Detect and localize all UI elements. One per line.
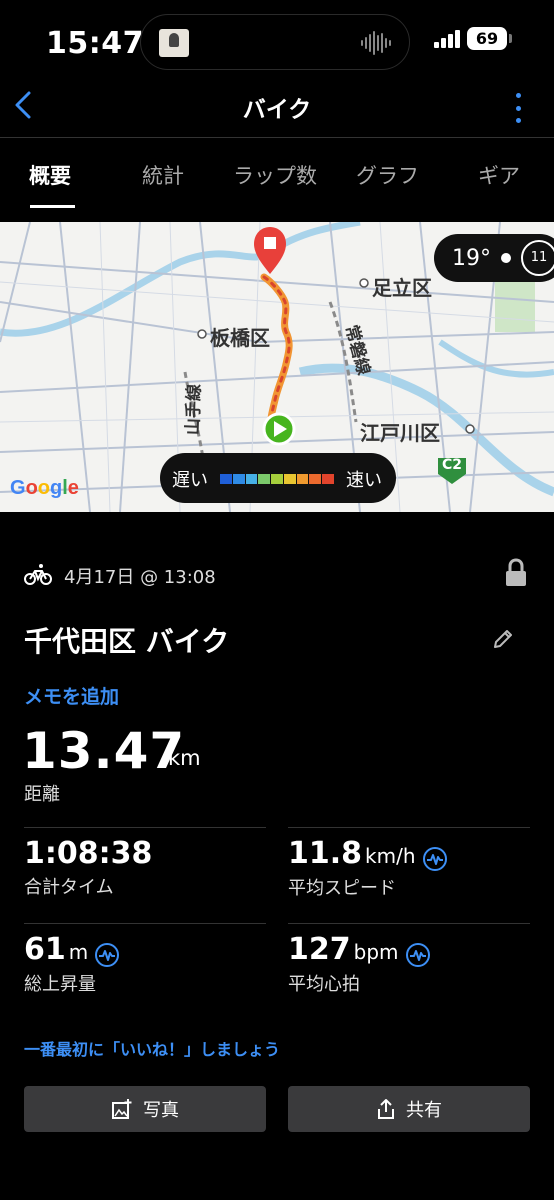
battery-icon: 69: [467, 27, 512, 50]
stats-divider: [288, 923, 530, 924]
speed-color-segment: [220, 474, 232, 484]
status-time: 15:47: [46, 26, 144, 61]
stat-elevation-unit: m: [68, 940, 89, 964]
add-photo-icon: [112, 1099, 132, 1119]
header-divider: [0, 137, 554, 138]
add-photo-label: 写真: [143, 1100, 179, 1121]
stat-avg-heart-rate: 127 bpm 平均心拍: [288, 932, 528, 996]
weather-badge[interactable]: 19° 11: [434, 234, 554, 282]
speed-legend: 遅い 速い: [160, 453, 396, 503]
dynamic-island[interactable]: [140, 14, 410, 70]
stat-elevation-label: 総上昇量: [24, 973, 96, 995]
activity-title: 千代田区 バイク: [24, 625, 230, 658]
nav-header: バイク: [0, 88, 554, 136]
stat-speed-label: 平均スピード: [288, 877, 396, 899]
lock-icon[interactable]: [504, 558, 528, 588]
stat-speed-unit: km/h: [365, 844, 416, 868]
tab-laps[interactable]: ラップ数: [233, 160, 317, 190]
activity-meta: 4月17日 @ 13:08: [24, 558, 530, 590]
map-label-itabashi: 板橋区: [210, 326, 270, 350]
audio-waveform-icon: [361, 31, 391, 55]
share-button[interactable]: 共有: [288, 1086, 530, 1132]
speed-color-scale: [220, 474, 335, 484]
stat-avg-speed: 11.8 km/h 平均スピード: [288, 836, 528, 900]
speed-color-segment: [322, 474, 335, 484]
stat-elevation-value: 61: [24, 932, 66, 967]
stat-time-value: 1:08:38: [24, 836, 153, 871]
map-label-yamanote-line: 山手線: [183, 383, 205, 436]
stat-heart-rate-label: 平均心拍: [288, 973, 360, 995]
stats-divider: [24, 827, 266, 828]
map-label-expressway: C2: [442, 457, 463, 473]
cellular-signal-icon: [434, 30, 462, 48]
add-memo-link[interactable]: メモを追加: [24, 682, 119, 709]
bicycle-icon: [24, 564, 52, 585]
page-title: バイク: [242, 97, 312, 123]
tab-graph[interactable]: グラフ: [356, 160, 419, 190]
active-tab-indicator: [30, 205, 75, 208]
waveform-icon[interactable]: [94, 942, 120, 968]
first-like-link[interactable]: 一番最初に「いいね！」しましょう: [24, 1036, 280, 1060]
pencil-edit-icon[interactable]: [492, 628, 514, 650]
stat-elevation-gain: 61 m 総上昇量: [24, 932, 264, 996]
waveform-icon[interactable]: [405, 942, 431, 968]
status-bar: 15:47 69: [0, 0, 554, 88]
share-label: 共有: [406, 1100, 442, 1121]
speed-color-segment: [245, 474, 258, 484]
speed-legend-fast: 速い: [346, 470, 382, 491]
stat-total-time: 1:08:38 合計タイム: [24, 836, 264, 899]
map-label-edogawa: 江戸川区: [360, 421, 440, 445]
weather-temperature: 19°: [452, 245, 491, 271]
activity-date: 4月17日 @ 13:08: [64, 567, 216, 588]
route-map[interactable]: 板橋区 足立区 江戸川区 常磐線 山手線 C2 Google 19° 11 遅い…: [0, 222, 554, 512]
speed-color-segment: [271, 474, 283, 484]
distance-value: 13.47: [22, 722, 186, 780]
more-options-button[interactable]: [512, 93, 524, 123]
stat-heart-rate-unit: bpm: [353, 940, 399, 964]
stats-divider: [24, 923, 266, 924]
stat-speed-value: 11.8: [288, 836, 363, 871]
weather-indicator-dot: [501, 253, 511, 263]
stat-heart-rate-value: 127: [288, 932, 351, 967]
speed-legend-slow: 遅い: [172, 470, 208, 491]
now-playing-artwork-icon: [159, 29, 189, 57]
speed-color-segment: [258, 474, 271, 484]
speed-color-segment: [232, 474, 245, 484]
share-icon: [378, 1099, 394, 1119]
stats-divider: [288, 827, 530, 828]
weather-icon: 11: [521, 240, 554, 276]
distance-unit: km: [168, 746, 201, 770]
distance-label: 距離: [24, 784, 60, 805]
speed-color-segment: [283, 474, 296, 484]
google-logo: Google: [10, 477, 79, 499]
tab-gear[interactable]: ギア: [478, 160, 520, 190]
speed-color-segment: [296, 474, 309, 484]
tab-overview[interactable]: 概要: [29, 160, 71, 190]
tab-statistics[interactable]: 統計: [142, 160, 184, 190]
tab-bar: 概要 統計 ラップ数 グラフ ギア: [0, 152, 554, 208]
stat-time-label: 合計タイム: [24, 877, 114, 898]
map-label-adachi: 足立区: [372, 276, 432, 300]
waveform-icon[interactable]: [422, 846, 448, 872]
add-photo-button[interactable]: 写真: [24, 1086, 266, 1132]
speed-color-segment: [309, 474, 322, 484]
